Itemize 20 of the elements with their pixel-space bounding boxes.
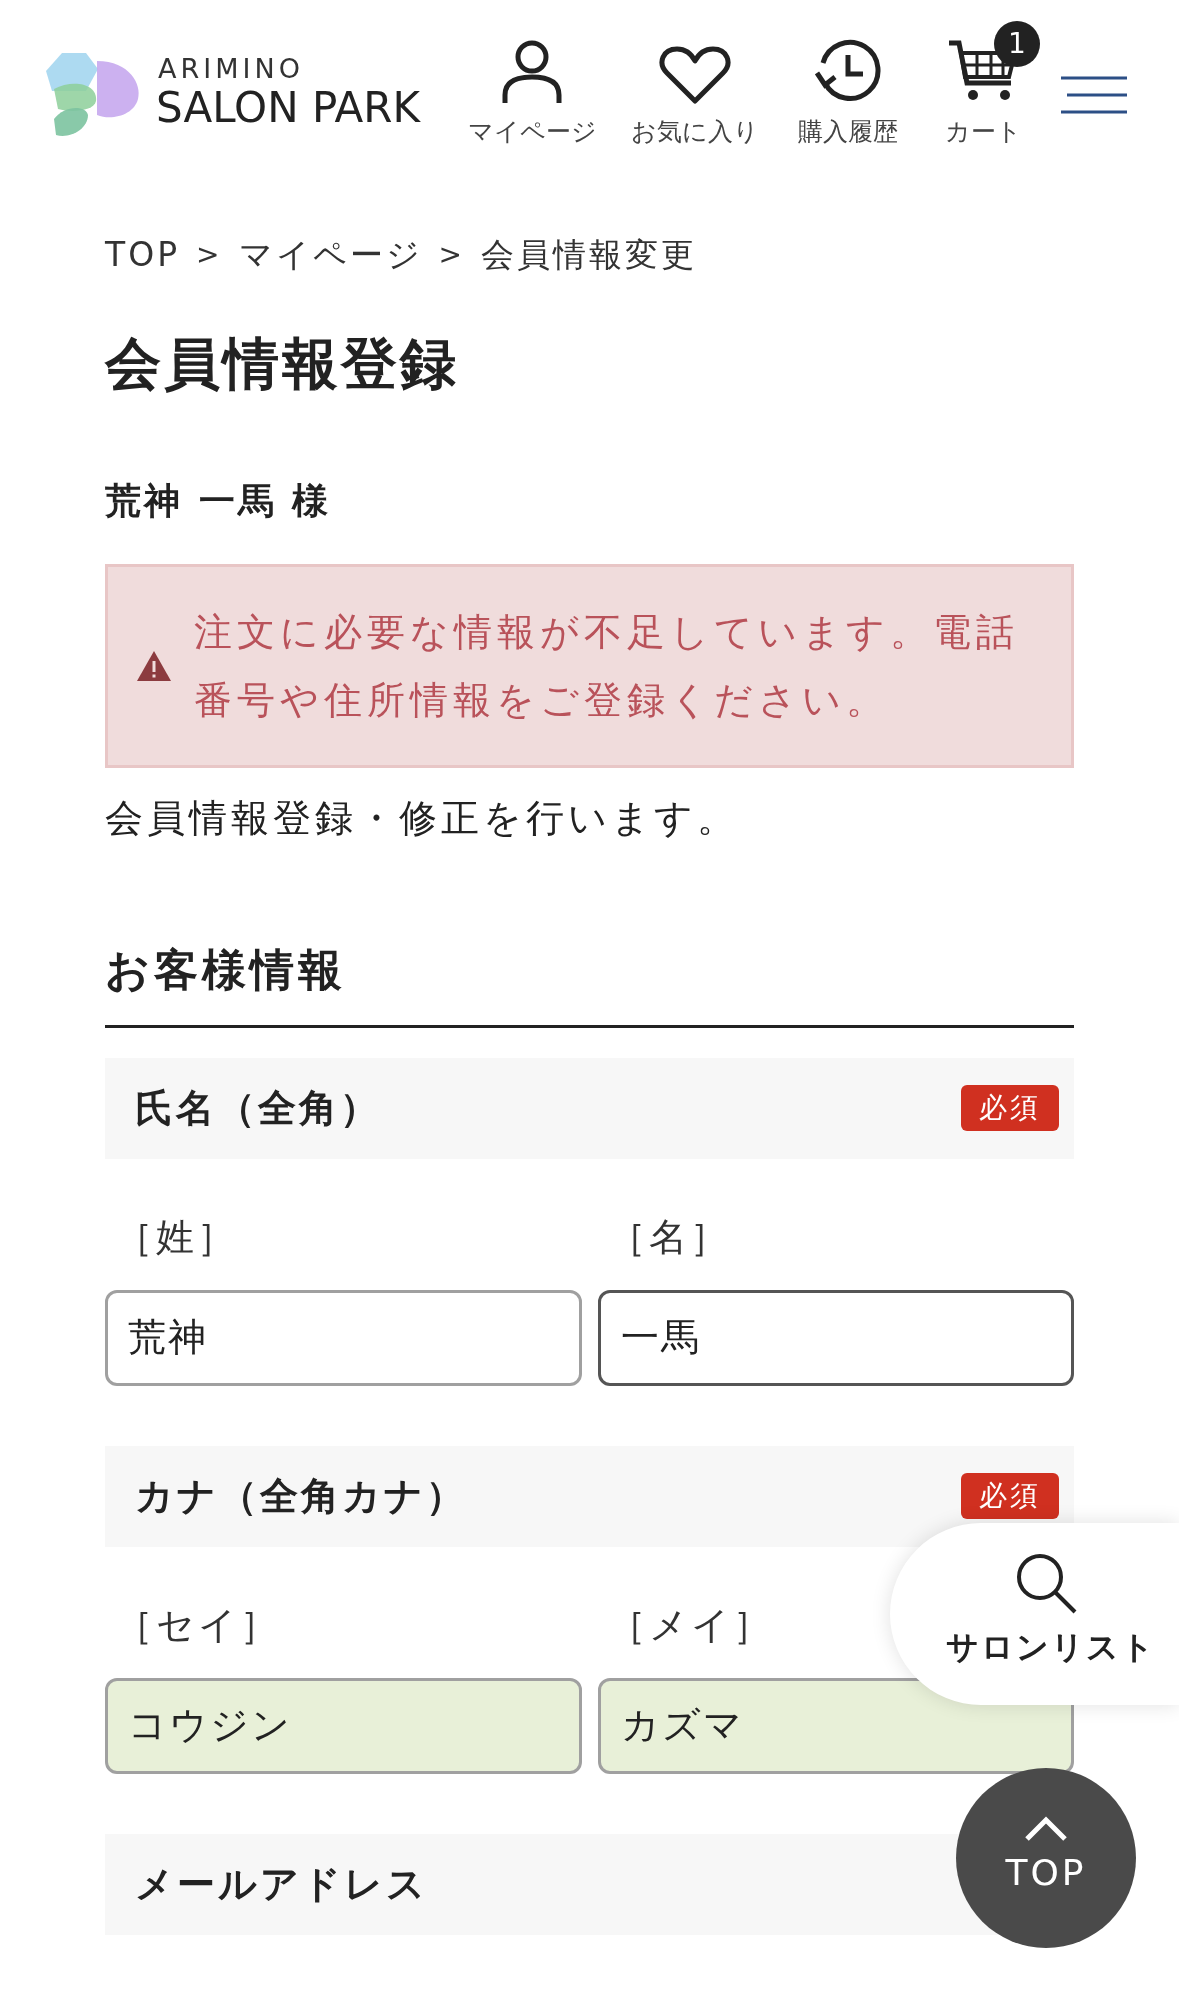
breadcrumb-separator: > bbox=[438, 236, 465, 273]
alert-message: 注文に必要な情報が不足しています。電話番号や住所情報をご登録ください。 bbox=[194, 608, 1020, 724]
page-title: 会員情報登録 bbox=[105, 329, 460, 398]
logo-text: SALON PARK bbox=[156, 82, 420, 135]
breadcrumb-separator: > bbox=[196, 236, 223, 273]
member-name: 荒神 一馬 様 bbox=[105, 478, 333, 523]
field-group-label: カナ（全角カナ） bbox=[135, 1472, 467, 1520]
breadcrumb-current: 会員情報変更 bbox=[481, 234, 697, 276]
field-label: ［姓］ bbox=[115, 1213, 238, 1261]
intro-text: 会員情報登録・修正を行います。 bbox=[105, 794, 740, 842]
logo-text: ARIMINO bbox=[158, 55, 305, 83]
section-heading: お客様情報 bbox=[105, 936, 1074, 1028]
field-group-label: 氏名（全角） bbox=[135, 1084, 381, 1132]
cart-count-badge: 1 bbox=[994, 21, 1040, 68]
field-label: ［名］ bbox=[607, 1213, 731, 1261]
field-label: ［メイ］ bbox=[607, 1601, 774, 1649]
required-badge: 必須 bbox=[961, 1473, 1059, 1519]
field-label: ［セイ］ bbox=[115, 1601, 281, 1649]
field-group-label: メールアドレス bbox=[135, 1860, 428, 1908]
required-badge: 必須 bbox=[961, 1085, 1059, 1131]
